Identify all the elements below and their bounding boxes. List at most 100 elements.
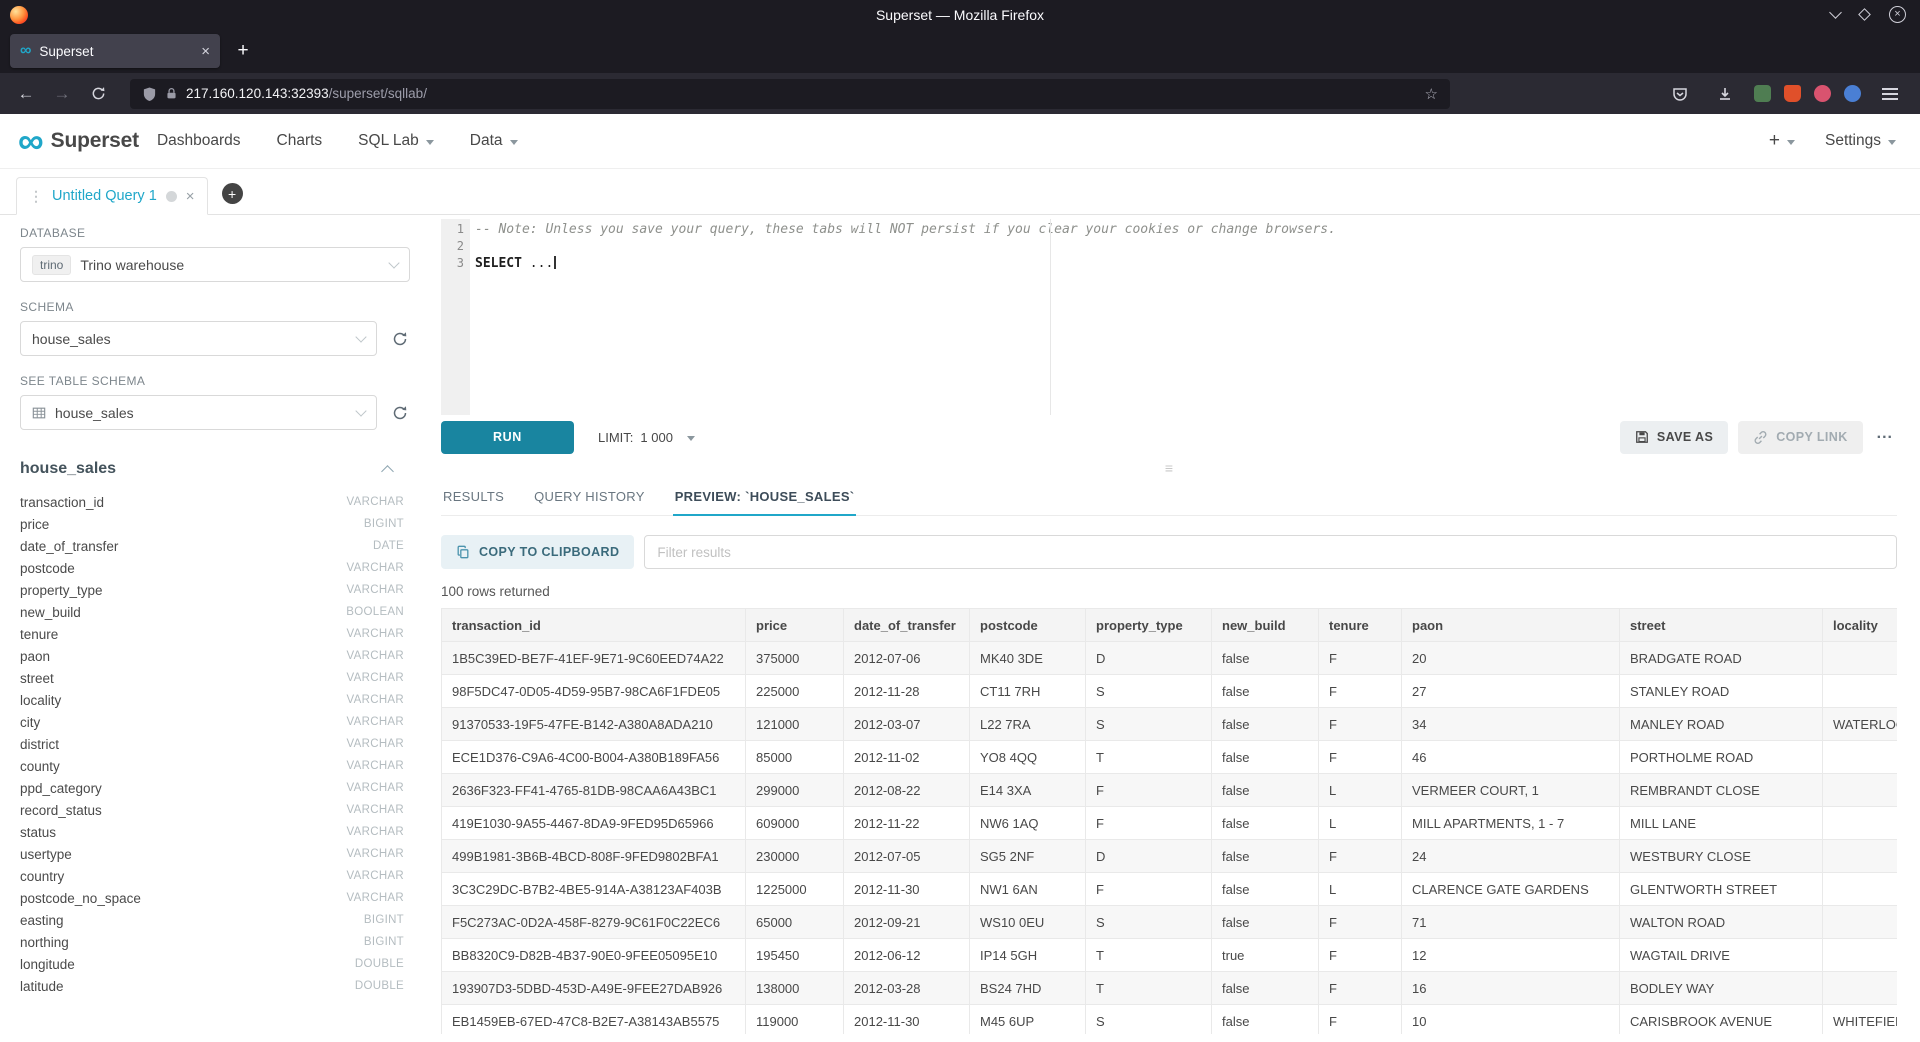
table-row[interactable]: BB8320C9-D82B-4B37-90E0-9FEE05095E101954… bbox=[442, 939, 1898, 972]
nav-item-charts[interactable]: Charts bbox=[277, 132, 323, 150]
pane-resize-handle[interactable]: ≡ bbox=[441, 457, 1897, 479]
browser-tab-superset[interactable]: ∞ Superset × bbox=[10, 34, 220, 68]
more-options-button[interactable]: ... bbox=[1873, 425, 1897, 449]
column-header-street[interactable]: street bbox=[1620, 609, 1823, 642]
collapse-chevron-up-icon[interactable] bbox=[381, 465, 394, 478]
add-new-button[interactable]: + bbox=[1769, 130, 1795, 152]
table-select[interactable]: house_sales bbox=[20, 395, 377, 430]
column-header-paon[interactable]: paon bbox=[1402, 609, 1620, 642]
window-close-icon[interactable]: × bbox=[1889, 6, 1906, 23]
schema-column-postcode-no-space[interactable]: postcode_no_spaceVARCHAR bbox=[20, 887, 410, 909]
schema-column-new-build[interactable]: new_buildBOOLEAN bbox=[20, 601, 410, 623]
new-tab-button[interactable]: + bbox=[228, 36, 258, 66]
superset-logo[interactable]: ∞ Superset bbox=[18, 127, 139, 156]
extension-icon[interactable] bbox=[1754, 85, 1771, 102]
filter-results-input[interactable] bbox=[644, 535, 1897, 569]
nav-item-dashboards[interactable]: Dashboards bbox=[157, 132, 241, 150]
table-name-heading[interactable]: house_sales bbox=[20, 460, 116, 478]
schema-column-price[interactable]: priceBIGINT bbox=[20, 513, 410, 535]
limit-control[interactable]: LIMIT: 1 000 bbox=[598, 430, 695, 445]
table-row[interactable]: ECE1D376-C9A6-4C00-B004-A380B189FA568500… bbox=[442, 741, 1898, 774]
table-row[interactable]: 91370533-19F5-47FE-B142-A380A8ADA2101210… bbox=[442, 708, 1898, 741]
schema-column-street[interactable]: streetVARCHAR bbox=[20, 667, 410, 689]
schema-column-country[interactable]: countryVARCHAR bbox=[20, 865, 410, 887]
copy-link-button[interactable]: COPY LINK bbox=[1738, 421, 1862, 454]
query-tab-active[interactable]: ⋮ Untitled Query 1 × bbox=[16, 177, 208, 215]
table-row[interactable]: 2636F323-FF41-4765-81DB-98CAA6A43BC12990… bbox=[442, 774, 1898, 807]
column-header-postcode[interactable]: postcode bbox=[970, 609, 1086, 642]
column-header-price[interactable]: price bbox=[746, 609, 844, 642]
schema-column-locality[interactable]: localityVARCHAR bbox=[20, 689, 410, 711]
tab-close-icon[interactable]: × bbox=[201, 44, 210, 59]
schema-column-ppd-category[interactable]: ppd_categoryVARCHAR bbox=[20, 777, 410, 799]
table-row[interactable]: 193907D3-5DBD-453D-A49E-9FEE27DAB9261380… bbox=[442, 972, 1898, 1005]
schema-column-record-status[interactable]: record_statusVARCHAR bbox=[20, 799, 410, 821]
extension-icon[interactable] bbox=[1814, 85, 1831, 102]
menu-icon[interactable] bbox=[1874, 80, 1906, 108]
schema-column-longitude[interactable]: longitudeDOUBLE bbox=[20, 953, 410, 975]
schema-column-northing[interactable]: northingBIGINT bbox=[20, 931, 410, 953]
table-cell: 1B5C39ED-BE7F-41EF-9E71-9C60EED74A22 bbox=[442, 642, 746, 675]
hamburger-icon bbox=[1882, 88, 1898, 100]
schema-column-city[interactable]: cityVARCHAR bbox=[20, 711, 410, 733]
nav-item-data[interactable]: Data bbox=[470, 132, 518, 150]
editor-code[interactable]: -- Note: Unless you save your query, the… bbox=[470, 219, 1897, 415]
schema-column-district[interactable]: districtVARCHAR bbox=[20, 733, 410, 755]
tab-results[interactable]: RESULTS bbox=[441, 479, 506, 516]
schema-column-usertype[interactable]: usertypeVARCHAR bbox=[20, 843, 410, 865]
schema-column-tenure[interactable]: tenureVARCHAR bbox=[20, 623, 410, 645]
save-as-button[interactable]: SAVE AS bbox=[1620, 421, 1728, 454]
forward-button[interactable]: → bbox=[46, 80, 78, 108]
table-row[interactable]: 3C3C29DC-B7B2-4BE5-914A-A38123AF403B1225… bbox=[442, 873, 1898, 906]
schema-column-property-type[interactable]: property_typeVARCHAR bbox=[20, 579, 410, 601]
table-row[interactable]: F5C273AC-0D2A-458F-8279-9C61F0C22EC66500… bbox=[442, 906, 1898, 939]
tab-query-history[interactable]: QUERY HISTORY bbox=[532, 479, 647, 516]
schema-column-paon[interactable]: paonVARCHAR bbox=[20, 645, 410, 667]
table-row[interactable]: 499B1981-3B6B-4BCD-808F-9FED9802BFA12300… bbox=[442, 840, 1898, 873]
schema-column-date-of-transfer[interactable]: date_of_transferDATE bbox=[20, 535, 410, 557]
window-maximize-icon[interactable] bbox=[1858, 8, 1871, 21]
drag-grip-icon[interactable]: ⋮ bbox=[29, 188, 43, 205]
results-grid[interactable]: transaction_idpricedate_of_transferpostc… bbox=[441, 608, 1897, 1034]
sql-editor[interactable]: 123 -- Note: Unless you save your query,… bbox=[441, 219, 1897, 415]
refresh-table-button[interactable] bbox=[390, 403, 410, 423]
bookmark-star-icon[interactable]: ☆ bbox=[1425, 85, 1438, 103]
column-name: district bbox=[20, 737, 59, 752]
column-name: status bbox=[20, 825, 56, 840]
copy-to-clipboard-button[interactable]: COPY TO CLIPBOARD bbox=[441, 535, 634, 569]
back-button[interactable]: ← bbox=[10, 80, 42, 108]
table-row[interactable]: EB1459EB-67ED-47C8-B2E7-A38143AB55751190… bbox=[442, 1005, 1898, 1035]
url-bar[interactable]: 217.160.120.143:32393/superset/sqllab/ ☆ bbox=[130, 79, 1450, 109]
downloads-icon[interactable] bbox=[1709, 80, 1741, 108]
window-minimize-icon[interactable] bbox=[1829, 6, 1842, 19]
run-button[interactable]: RUN bbox=[441, 421, 574, 454]
schema-column-easting[interactable]: eastingBIGINT bbox=[20, 909, 410, 931]
refresh-schema-button[interactable] bbox=[390, 329, 410, 349]
column-header-transaction-id[interactable]: transaction_id bbox=[442, 609, 746, 642]
pocket-icon[interactable] bbox=[1664, 80, 1696, 108]
table-row[interactable]: 1B5C39ED-BE7F-41EF-9E71-9C60EED74A223750… bbox=[442, 642, 1898, 675]
table-row[interactable]: 98F5DC47-0D05-4D59-95B7-98CA6F1FDE052250… bbox=[442, 675, 1898, 708]
reload-button[interactable] bbox=[82, 80, 114, 108]
schema-select[interactable]: house_sales bbox=[20, 321, 377, 356]
column-header-date-of-transfer[interactable]: date_of_transfer bbox=[844, 609, 970, 642]
column-header-property-type[interactable]: property_type bbox=[1086, 609, 1212, 642]
table-row[interactable]: 419E1030-9A55-4467-8DA9-9FED95D659666090… bbox=[442, 807, 1898, 840]
schema-column-transaction-id[interactable]: transaction_idVARCHAR bbox=[20, 491, 410, 513]
extension-icon[interactable] bbox=[1784, 85, 1801, 102]
schema-column-status[interactable]: statusVARCHAR bbox=[20, 821, 410, 843]
column-header-locality[interactable]: locality bbox=[1823, 609, 1898, 642]
schema-column-county[interactable]: countyVARCHAR bbox=[20, 755, 410, 777]
tab-preview-house-sales[interactable]: PREVIEW: `HOUSE_SALES` bbox=[673, 479, 857, 516]
add-query-tab-button[interactable]: + bbox=[222, 183, 243, 204]
nav-item-sql-lab[interactable]: SQL Lab bbox=[358, 132, 434, 150]
column-header-new-build[interactable]: new_build bbox=[1212, 609, 1319, 642]
close-query-tab-icon[interactable]: × bbox=[186, 189, 195, 204]
database-select[interactable]: trino Trino warehouse bbox=[20, 247, 410, 282]
column-header-tenure[interactable]: tenure bbox=[1319, 609, 1402, 642]
schema-column-postcode[interactable]: postcodeVARCHAR bbox=[20, 557, 410, 579]
settings-menu[interactable]: Settings bbox=[1825, 132, 1896, 150]
column-type: VARCHAR bbox=[347, 870, 404, 882]
extension-icon[interactable] bbox=[1844, 85, 1861, 102]
schema-column-latitude[interactable]: latitudeDOUBLE bbox=[20, 975, 410, 997]
